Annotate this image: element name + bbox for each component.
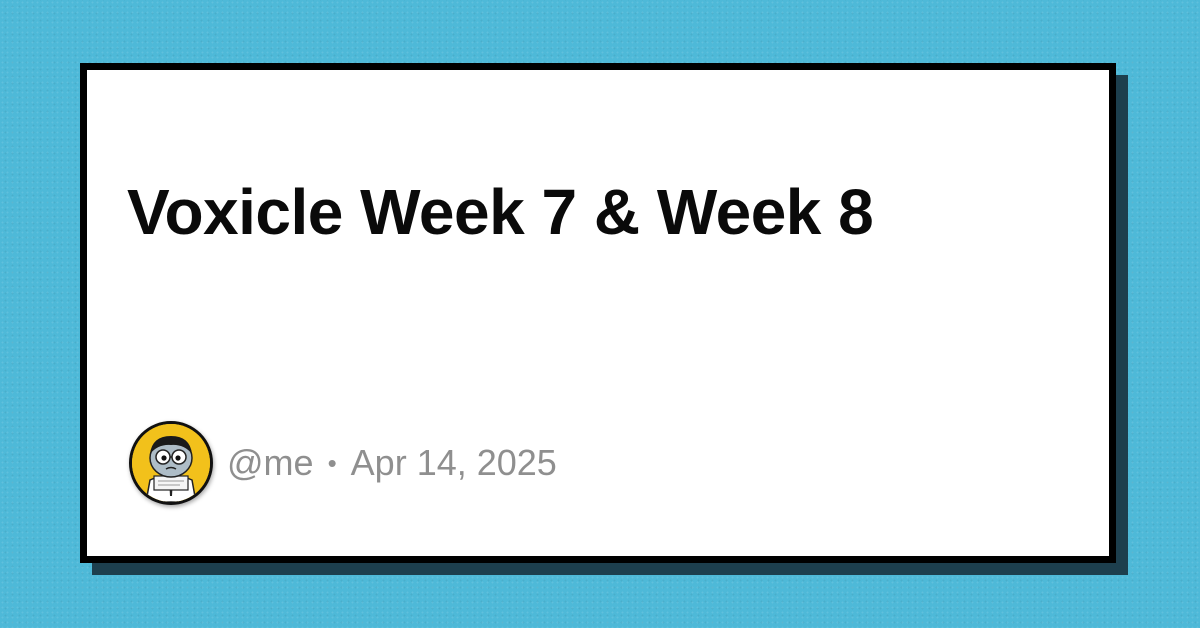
post-title: Voxicle Week 7 & Week 8 [127,176,874,248]
avatar[interactable] [129,421,213,505]
avatar-character-icon [132,424,210,502]
post-card[interactable]: Voxicle Week 7 & Week 8 @me • Apr 14, 20… [80,63,1116,563]
author-handle[interactable]: @me [227,442,314,484]
post-meta: @me • Apr 14, 2025 [227,442,557,484]
meta-separator: • [327,447,337,478]
post-date: Apr 14, 2025 [350,442,557,483]
author-byline: @me • Apr 14, 2025 [129,418,557,508]
